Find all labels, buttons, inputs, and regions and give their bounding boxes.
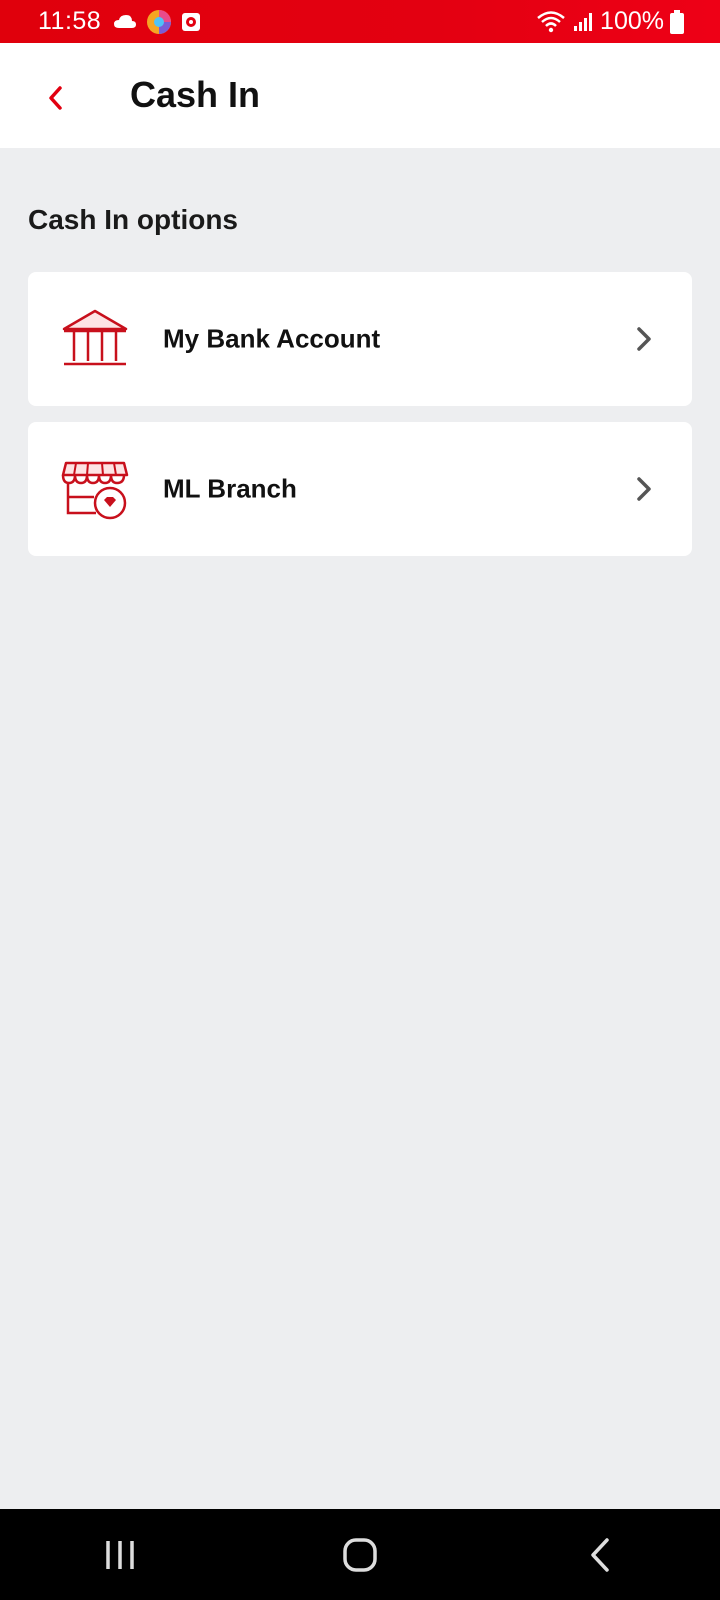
status-notification-icons: [113, 9, 201, 35]
status-system-icons: 100%: [536, 7, 684, 36]
back-button[interactable]: [30, 73, 80, 123]
section-title: Cash In options: [28, 204, 238, 235]
signal-icon: [574, 12, 593, 31]
status-bar: 11:58 100%: [0, 0, 720, 43]
option-my-bank-account[interactable]: My Bank Account: [28, 272, 692, 406]
home-button[interactable]: [320, 1525, 400, 1585]
option-label: My Bank Account: [163, 323, 381, 354]
back-icon: [591, 1537, 609, 1572]
page-title: Cash In: [130, 74, 261, 115]
status-time: 11:58: [38, 7, 102, 35]
chevron-right-icon: [637, 477, 651, 501]
home-icon: [343, 1537, 377, 1572]
browser-icon: [147, 9, 172, 34]
option-label: ML Branch: [163, 473, 297, 504]
system-back-button[interactable]: [560, 1525, 640, 1585]
battery-icon: [670, 9, 684, 34]
recorder-icon: [182, 12, 201, 31]
option-ml-branch[interactable]: ML Branch: [28, 422, 692, 556]
recent-apps-icon: [106, 1540, 134, 1569]
recent-apps-button[interactable]: [80, 1525, 160, 1585]
system-nav-bar: [0, 1509, 720, 1600]
bank-icon: [62, 309, 128, 366]
wifi-icon: [537, 10, 565, 32]
cloud-icon: [114, 14, 137, 28]
store-branch-icon: [61, 461, 129, 520]
battery-percentage: 100%: [600, 7, 664, 35]
chevron-left-icon: [49, 86, 62, 110]
chevron-right-icon: [637, 327, 651, 351]
app-header: Cash In: [0, 43, 720, 148]
